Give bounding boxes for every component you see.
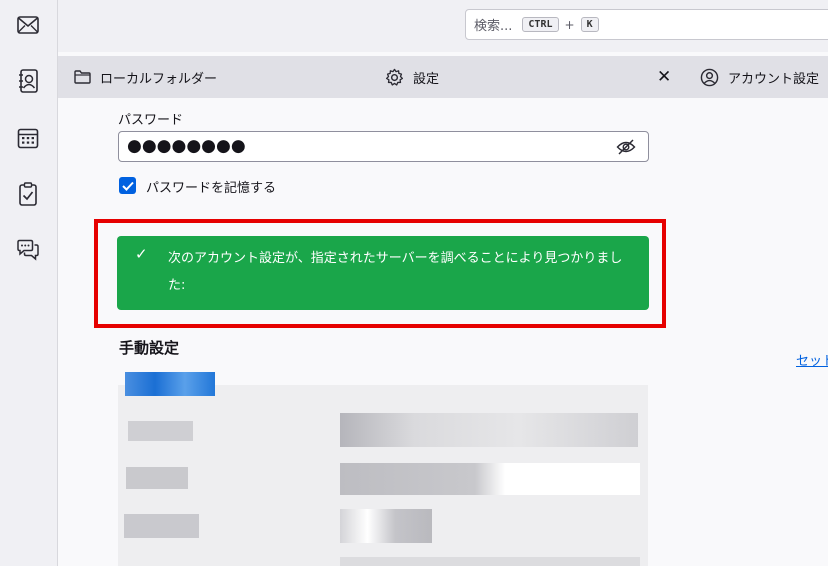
password-input[interactable]: ●●●●●●●● — [118, 131, 649, 162]
remember-password-checkbox[interactable] — [119, 177, 136, 194]
account-setup-panel: パスワード ●●●●●●●● パスワードを記憶する ✓ 次のアカウント設定が、指… — [58, 98, 828, 566]
tab-account-settings[interactable]: アカウント設定 — [700, 56, 819, 98]
tab-settings-label: 設定 — [413, 71, 440, 87]
shortcut-key-k: K — [580, 17, 599, 32]
tab-local-folders[interactable]: ローカルフォルダー — [74, 56, 217, 98]
gear-icon — [385, 68, 404, 86]
spaces-sidebar — [0, 0, 58, 566]
redacted-label-3 — [124, 514, 199, 538]
address-book-icon[interactable] — [15, 68, 41, 94]
redacted-label-1 — [128, 421, 193, 441]
redacted-server-settings — [118, 372, 648, 566]
tasks-icon[interactable] — [15, 181, 41, 207]
calendar-icon[interactable] — [15, 125, 41, 151]
shortcut-plus: + — [564, 17, 575, 32]
checkmark-icon: ✓ — [135, 245, 148, 263]
tab-bar: ローカルフォルダー 設定 ✕ アカウント設定 — [58, 56, 828, 98]
password-label: パスワード — [118, 113, 184, 128]
redacted-value-4 — [340, 557, 640, 566]
success-notice: ✓ 次のアカウント設定が、指定されたサーバーを調べることにより見つかりました: — [117, 236, 649, 310]
success-message: 次のアカウント設定が、指定されたサーバーを調べることにより見つかりました: — [168, 251, 623, 293]
top-toolbar: 検索... CTRL + K — [58, 0, 828, 52]
tab-settings[interactable]: 設定 — [385, 56, 439, 98]
close-icon: ✕ — [657, 67, 672, 87]
search-placeholder: 検索... — [474, 19, 513, 34]
redacted-account-name — [125, 372, 215, 396]
mail-icon[interactable] — [15, 12, 41, 38]
tab-account-settings-label: アカウント設定 — [728, 71, 820, 87]
show-password-icon[interactable] — [616, 139, 636, 159]
remember-password-label: パスワードを記憶する — [146, 181, 277, 196]
shortcut-key-ctrl: CTRL — [522, 17, 559, 32]
password-value: ●●●●●●●● — [127, 136, 246, 156]
redacted-value-3 — [340, 509, 432, 543]
redacted-label-2 — [126, 467, 188, 489]
redacted-value-1 — [340, 413, 638, 447]
global-search-input[interactable]: 検索... CTRL + K — [465, 9, 828, 40]
close-tab-button[interactable]: ✕ — [657, 56, 671, 98]
account-icon — [700, 68, 719, 86]
folder-icon — [74, 70, 91, 84]
manual-config-heading: 手動設定 — [119, 339, 180, 357]
redacted-value-2 — [340, 463, 640, 495]
tab-local-folders-label: ローカルフォルダー — [100, 71, 218, 87]
chat-icon[interactable] — [15, 237, 41, 263]
reset-link[interactable]: セット — [796, 350, 828, 369]
